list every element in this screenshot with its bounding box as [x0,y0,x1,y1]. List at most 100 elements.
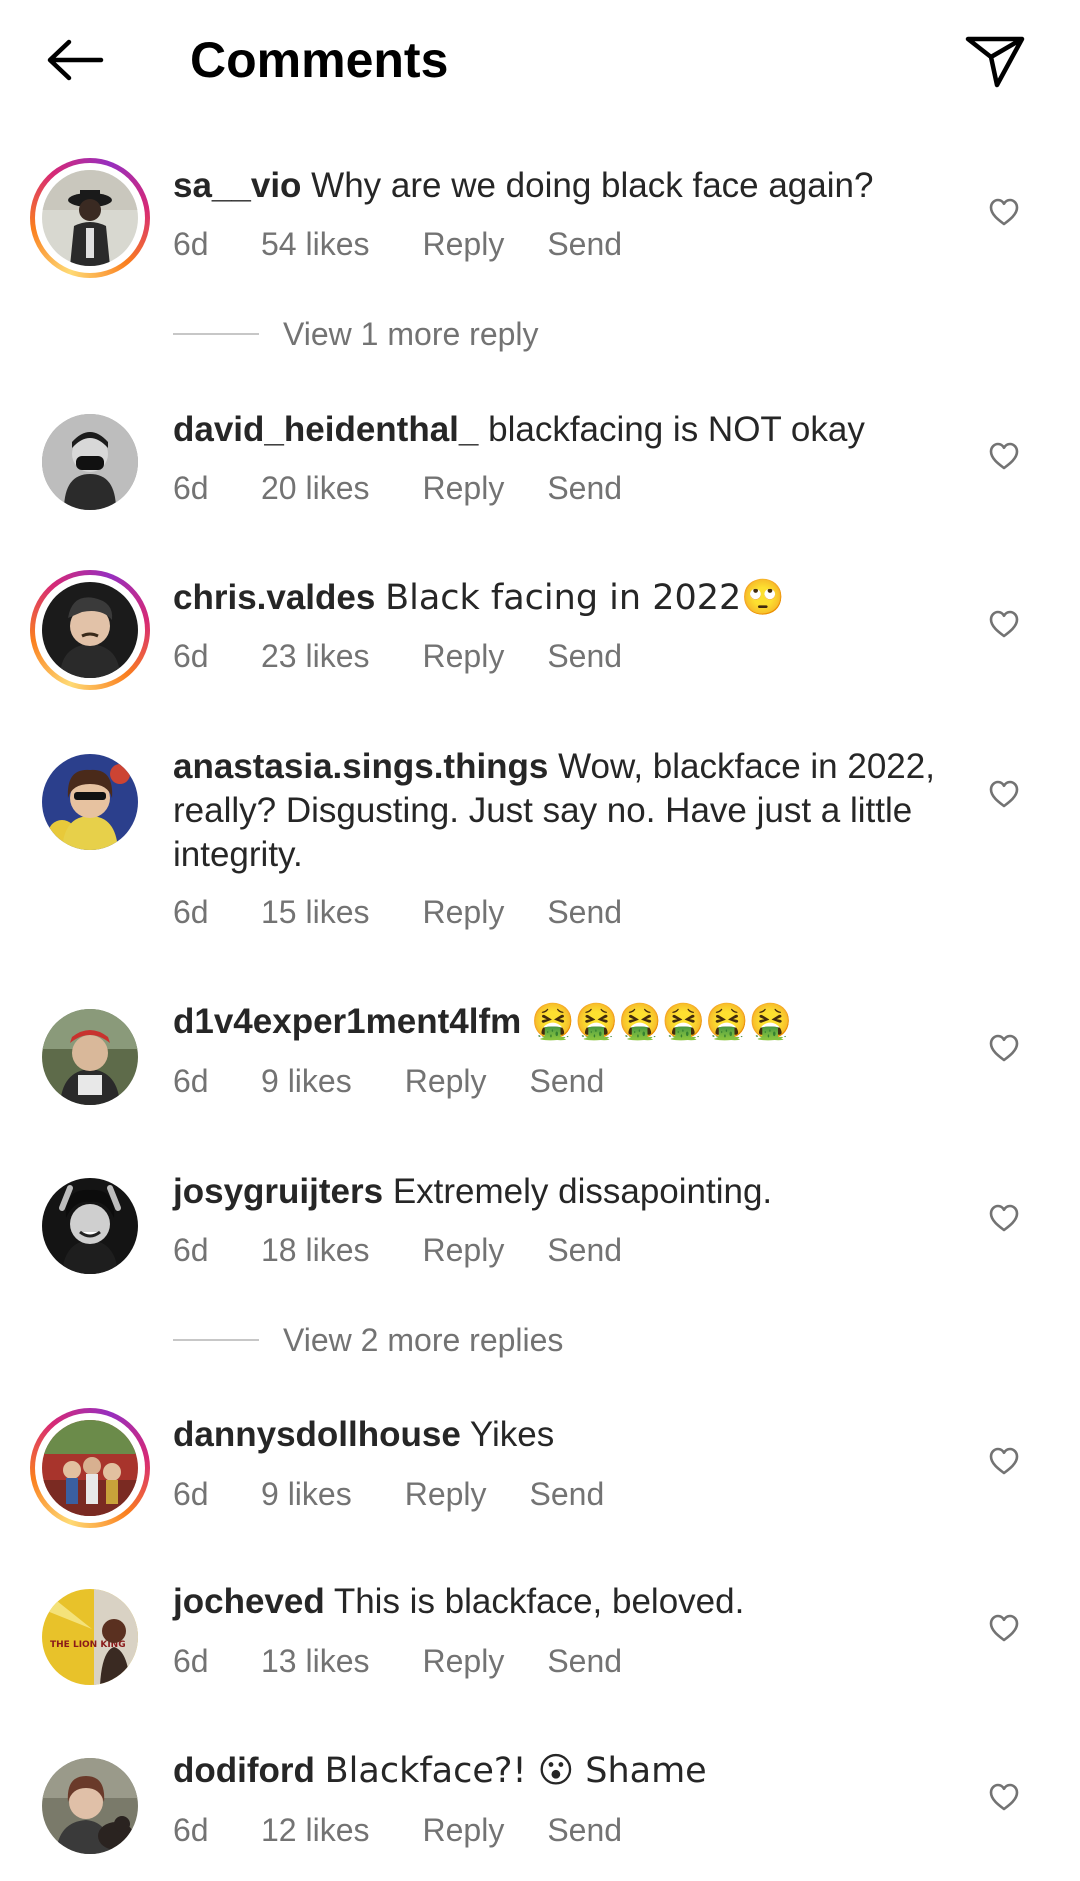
avatar [42,582,138,678]
reply-button[interactable]: Reply [405,1474,487,1514]
header-bar: Comments [0,0,1080,120]
comment-meta: 6d 12 likes Reply Send [173,1810,622,1850]
send-button[interactable]: Send [547,1810,622,1850]
comment-time: 6d [173,894,209,930]
comment-username[interactable]: josygruijters [173,1172,383,1211]
comment-username[interactable]: david_heidenthal_ [173,410,478,449]
comment-username[interactable]: jocheved [173,1582,325,1621]
like-heart-button[interactable] [982,1606,1026,1650]
heart-icon [989,198,1019,226]
share-button[interactable] [960,26,1030,96]
view-replies-label: View 1 more reply [283,315,539,352]
comment-username[interactable]: anastasia.sings.things [173,747,548,786]
comment-likes[interactable]: 13 likes [261,1641,370,1681]
like-heart-button[interactable] [982,1439,1026,1483]
like-heart-button[interactable] [982,772,1026,816]
comment-text: blackfacing is NOT okay [488,410,865,449]
heart-icon [989,780,1019,808]
like-heart-button[interactable] [982,1775,1026,1819]
comment-text: Extremely dissapointing. [392,1172,773,1211]
avatar-wrapper[interactable] [30,402,150,522]
avatar [42,1420,138,1516]
reply-button[interactable]: Reply [423,636,505,676]
comment-meta: 6d 20 likes Reply Send [173,468,622,508]
comment-likes[interactable]: 12 likes [261,1810,370,1850]
like-heart-button[interactable] [982,1026,1026,1070]
reply-button[interactable]: Reply [405,1061,487,1101]
paper-plane-icon [965,36,1025,88]
send-button[interactable]: Send [530,1474,605,1514]
avatar-wrapper[interactable] [30,1746,150,1866]
comment-likes[interactable]: 20 likes [261,468,370,508]
reply-button[interactable]: Reply [423,1641,505,1681]
page-title: Comments [190,32,449,88]
comment-text: Why are we doing black face again? [311,166,874,205]
like-heart-button[interactable] [982,1196,1026,1240]
heart-icon [989,1783,1019,1811]
avatar [42,1758,138,1854]
avatar-wrapper[interactable]: THE LION KING [30,1577,150,1697]
like-heart-button[interactable] [982,434,1026,478]
avatar [42,754,138,850]
comment-meta: 6d 9 likes Reply Send [173,1474,604,1514]
avatar [42,1009,138,1105]
comment-text: Yikes [469,1415,555,1454]
comment-username[interactable]: dannysdollhouse [173,1415,461,1454]
send-button[interactable]: Send [530,1061,605,1101]
comment-meta: 6d 18 likes Reply Send [173,1230,622,1270]
comment-time: 6d [173,638,209,674]
comment-time: 6d [173,470,209,506]
like-heart-button[interactable] [982,602,1026,646]
comment-username[interactable]: chris.valdes [173,578,375,617]
avatar: THE LION KING [42,1589,138,1685]
avatar-story-ring[interactable] [30,158,150,278]
reply-divider-line [173,333,259,335]
avatar-wrapper[interactable] [30,997,150,1117]
heart-icon [989,1447,1019,1475]
comment-text: Blackface?! 😮 Shame [324,1751,707,1791]
view-more-replies[interactable]: View 2 more replies [173,1318,563,1362]
avatar [42,170,138,266]
comment-likes[interactable]: 23 likes [261,636,370,676]
send-button[interactable]: Send [547,1230,622,1270]
comment-text: This is blackface, beloved. [333,1582,745,1621]
heart-icon [989,1204,1019,1232]
avatar-wrapper[interactable] [30,1166,150,1286]
avatar-story-ring[interactable] [30,570,150,690]
comment-username[interactable]: dodiford [173,1751,315,1790]
send-button[interactable]: Send [547,636,622,676]
avatar-story-ring[interactable] [30,1408,150,1528]
heart-icon [989,1614,1019,1642]
comment-time: 6d [173,1643,209,1679]
comment-likes[interactable]: 9 likes [261,1061,352,1101]
comment-likes[interactable]: 9 likes [261,1474,352,1514]
comment-likes[interactable]: 15 likes [261,892,370,932]
reply-button[interactable]: Reply [423,224,505,264]
send-button[interactable]: Send [547,224,622,264]
send-button[interactable]: Send [547,468,622,508]
like-heart-button[interactable] [982,190,1026,234]
comment-meta: 6d 15 likes Reply Send [173,892,622,932]
comment-meta: 6d 9 likes Reply Send [173,1061,604,1101]
reply-button[interactable]: Reply [423,892,505,932]
send-button[interactable]: Send [547,892,622,932]
reply-button[interactable]: Reply [423,1810,505,1850]
comment-likes[interactable]: 54 likes [261,224,370,264]
view-replies-label: View 2 more replies [283,1321,564,1358]
comment-time: 6d [173,1812,209,1848]
avatar-wrapper[interactable] [30,742,150,862]
comment-time: 6d [173,1232,209,1268]
comment-likes[interactable]: 18 likes [261,1230,370,1270]
comment-text: 🤮🤮🤮🤮🤮🤮 [530,1002,793,1042]
comment-username[interactable]: sa__vio [173,166,301,205]
comment-username[interactable]: d1v4exper1ment4lfm [173,1002,521,1041]
back-button[interactable] [40,30,110,90]
comment-time: 6d [173,1476,209,1512]
comment-meta: 6d 13 likes Reply Send [173,1641,622,1681]
send-button[interactable]: Send [547,1641,622,1681]
comment-time: 6d [173,226,209,262]
view-more-replies[interactable]: View 1 more reply [173,312,539,356]
reply-button[interactable]: Reply [423,468,505,508]
comment-text: Black facing in 2022🙄 [385,578,785,618]
reply-button[interactable]: Reply [423,1230,505,1270]
